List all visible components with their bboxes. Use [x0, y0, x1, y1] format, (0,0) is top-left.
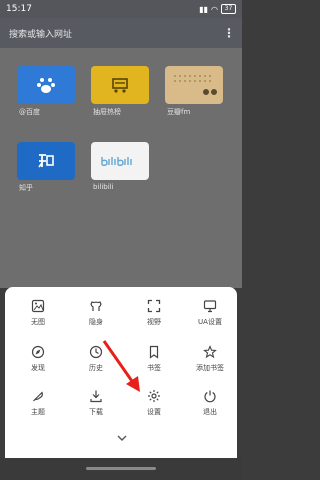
status-time: 15:17 — [6, 4, 32, 14]
status-icons: ▮▮ ◠ 37 — [199, 4, 236, 14]
menu-add-bookmark[interactable]: 添加书签 — [181, 345, 239, 385]
menu-label: 发现 — [31, 364, 45, 372]
bilibili-logo — [91, 142, 149, 180]
feather-icon — [33, 391, 44, 402]
menu-no-image[interactable]: 无图 — [9, 299, 67, 339]
status-bar: 15:17 ▮▮ ◠ 37 — [0, 0, 242, 18]
menu-label: 无图 — [31, 318, 45, 326]
menu-label: UA设置 — [198, 318, 222, 326]
compass-icon — [31, 345, 45, 359]
radio-icon — [165, 66, 223, 104]
menu-incognito[interactable]: 隐身 — [67, 299, 125, 339]
battery-icon: 37 — [221, 4, 236, 14]
home-indicator[interactable] — [86, 467, 156, 470]
shortcut-label: bilibili — [93, 183, 114, 191]
system-nav-bar — [0, 458, 242, 480]
star-icon — [203, 345, 217, 359]
shortcut-label: 抽屉热榜 — [93, 108, 121, 116]
wifi-icon: ◠ — [211, 4, 218, 14]
menu-view[interactable]: 视野 — [125, 299, 183, 339]
menu-discover[interactable]: 发现 — [9, 345, 67, 385]
zhihu-icon — [17, 142, 75, 180]
menu-label: 下载 — [89, 408, 103, 416]
menu-label: 主题 — [31, 408, 45, 416]
address-bar: 搜索或输入网址 ⋮ — [0, 18, 242, 48]
annotation-arrow-icon — [102, 340, 140, 392]
image-icon — [31, 299, 45, 313]
signal-icon: ▮▮ — [199, 4, 209, 14]
monitor-icon — [203, 300, 217, 313]
search-input[interactable]: 搜索或输入网址 — [9, 27, 223, 40]
menu-ua-settings[interactable]: UA设置 — [181, 299, 239, 339]
shortcut-bilibili[interactable]: bilibili — [91, 142, 149, 191]
drawer-cart-icon — [91, 66, 149, 104]
battery-level: 37 — [224, 5, 233, 12]
bookmark-icon — [149, 345, 159, 359]
shortcut-zhihu[interactable]: 知乎 — [17, 142, 75, 193]
shortcut-label: 豆瓣fm — [167, 108, 191, 116]
menu-label: 添加书签 — [196, 364, 224, 372]
menu-label: 隐身 — [89, 318, 103, 326]
power-icon — [204, 390, 216, 403]
menu-label: 视野 — [147, 318, 161, 326]
menu-label: 设置 — [147, 408, 161, 416]
home-shortcuts: @百度 抽屉热榜 豆瓣fm 知乎 bilibili — [0, 48, 242, 288]
baidu-paw-icon — [17, 66, 75, 104]
shortcut-chouti[interactable]: 抽屉热榜 — [91, 66, 149, 117]
shortcut-baidu[interactable]: @百度 — [17, 66, 75, 117]
incognito-icon — [90, 301, 102, 311]
menu-theme[interactable]: 主题 — [9, 389, 67, 429]
collapse-chevron-icon[interactable] — [117, 434, 127, 442]
shortcut-label: @百度 — [19, 108, 40, 116]
menu-label: 退出 — [203, 408, 217, 416]
fullscreen-icon — [147, 299, 161, 313]
shortcut-label: 知乎 — [19, 184, 33, 192]
menu-exit[interactable]: 退出 — [181, 389, 239, 429]
shortcut-douban-fm[interactable]: 豆瓣fm — [165, 66, 223, 117]
more-menu-icon[interactable]: ⋮ — [223, 26, 235, 40]
gear-icon — [148, 390, 160, 402]
